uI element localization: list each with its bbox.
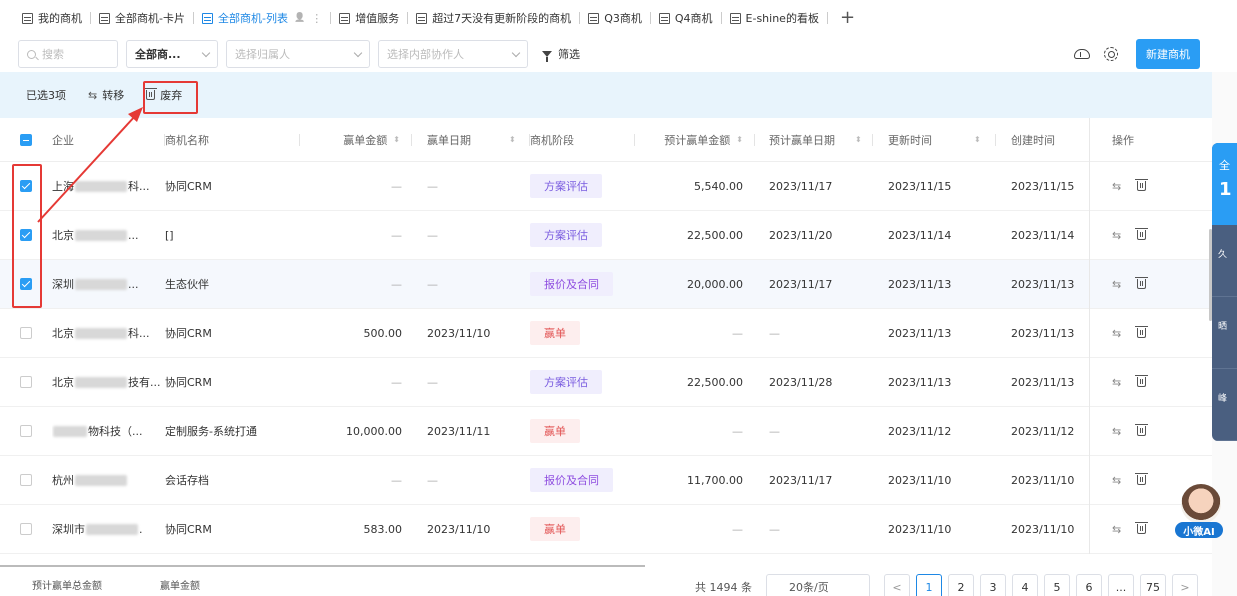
ai-assistant-badge[interactable]: 小微AI xyxy=(1175,522,1223,538)
side-panel-item[interactable]: 晒 xyxy=(1212,297,1237,369)
side-panel-item[interactable]: 久 xyxy=(1212,225,1237,297)
side-panel[interactable]: 全 1 久晒峰 xyxy=(1212,143,1237,441)
page-button[interactable]: 6 xyxy=(1076,574,1102,596)
page-button[interactable]: 1 xyxy=(916,574,942,596)
side-top-label: 全 xyxy=(1219,159,1230,172)
page-button[interactable]: 5 xyxy=(1044,574,1070,596)
page-button[interactable]: 2 xyxy=(948,574,974,596)
side-panel-top[interactable]: 全 1 xyxy=(1212,143,1237,225)
page-button[interactable]: 4 xyxy=(1012,574,1038,596)
ai-assistant-avatar[interactable] xyxy=(1181,484,1221,524)
page-button[interactable]: 75 xyxy=(1140,574,1166,596)
footer-amount-label: 赢单金额 xyxy=(160,580,200,592)
side-panel-item[interactable]: 峰 xyxy=(1212,369,1237,441)
side-top-number: 1 xyxy=(1219,179,1232,200)
footer-expected-sum-label: 预计赢单总金额 xyxy=(32,580,102,592)
next-page-button[interactable]: > xyxy=(1172,574,1198,596)
page-size-select[interactable]: 20条/页 xyxy=(766,574,870,596)
table-footer: 预计赢单总金额 赢单金额 共 1494 条 20条/页 <1 2 3 4 5 6... 75… xyxy=(0,572,1212,596)
page-button[interactable]: 3 xyxy=(980,574,1006,596)
total-count: 共 1494 条 xyxy=(695,581,752,594)
horizontal-scrollbar[interactable] xyxy=(0,565,645,567)
side-panel-items: 久晒峰 xyxy=(1212,225,1237,441)
page-buttons: <1 2 3 4 5 6... 75 > xyxy=(884,574,1204,596)
page-button[interactable]: ... xyxy=(1108,574,1134,596)
pagination: 共 1494 条 20条/页 <1 2 3 4 5 6... 75 > xyxy=(695,574,1204,596)
prev-page-button[interactable]: < xyxy=(884,574,910,596)
annotation-arrow xyxy=(37,107,143,223)
